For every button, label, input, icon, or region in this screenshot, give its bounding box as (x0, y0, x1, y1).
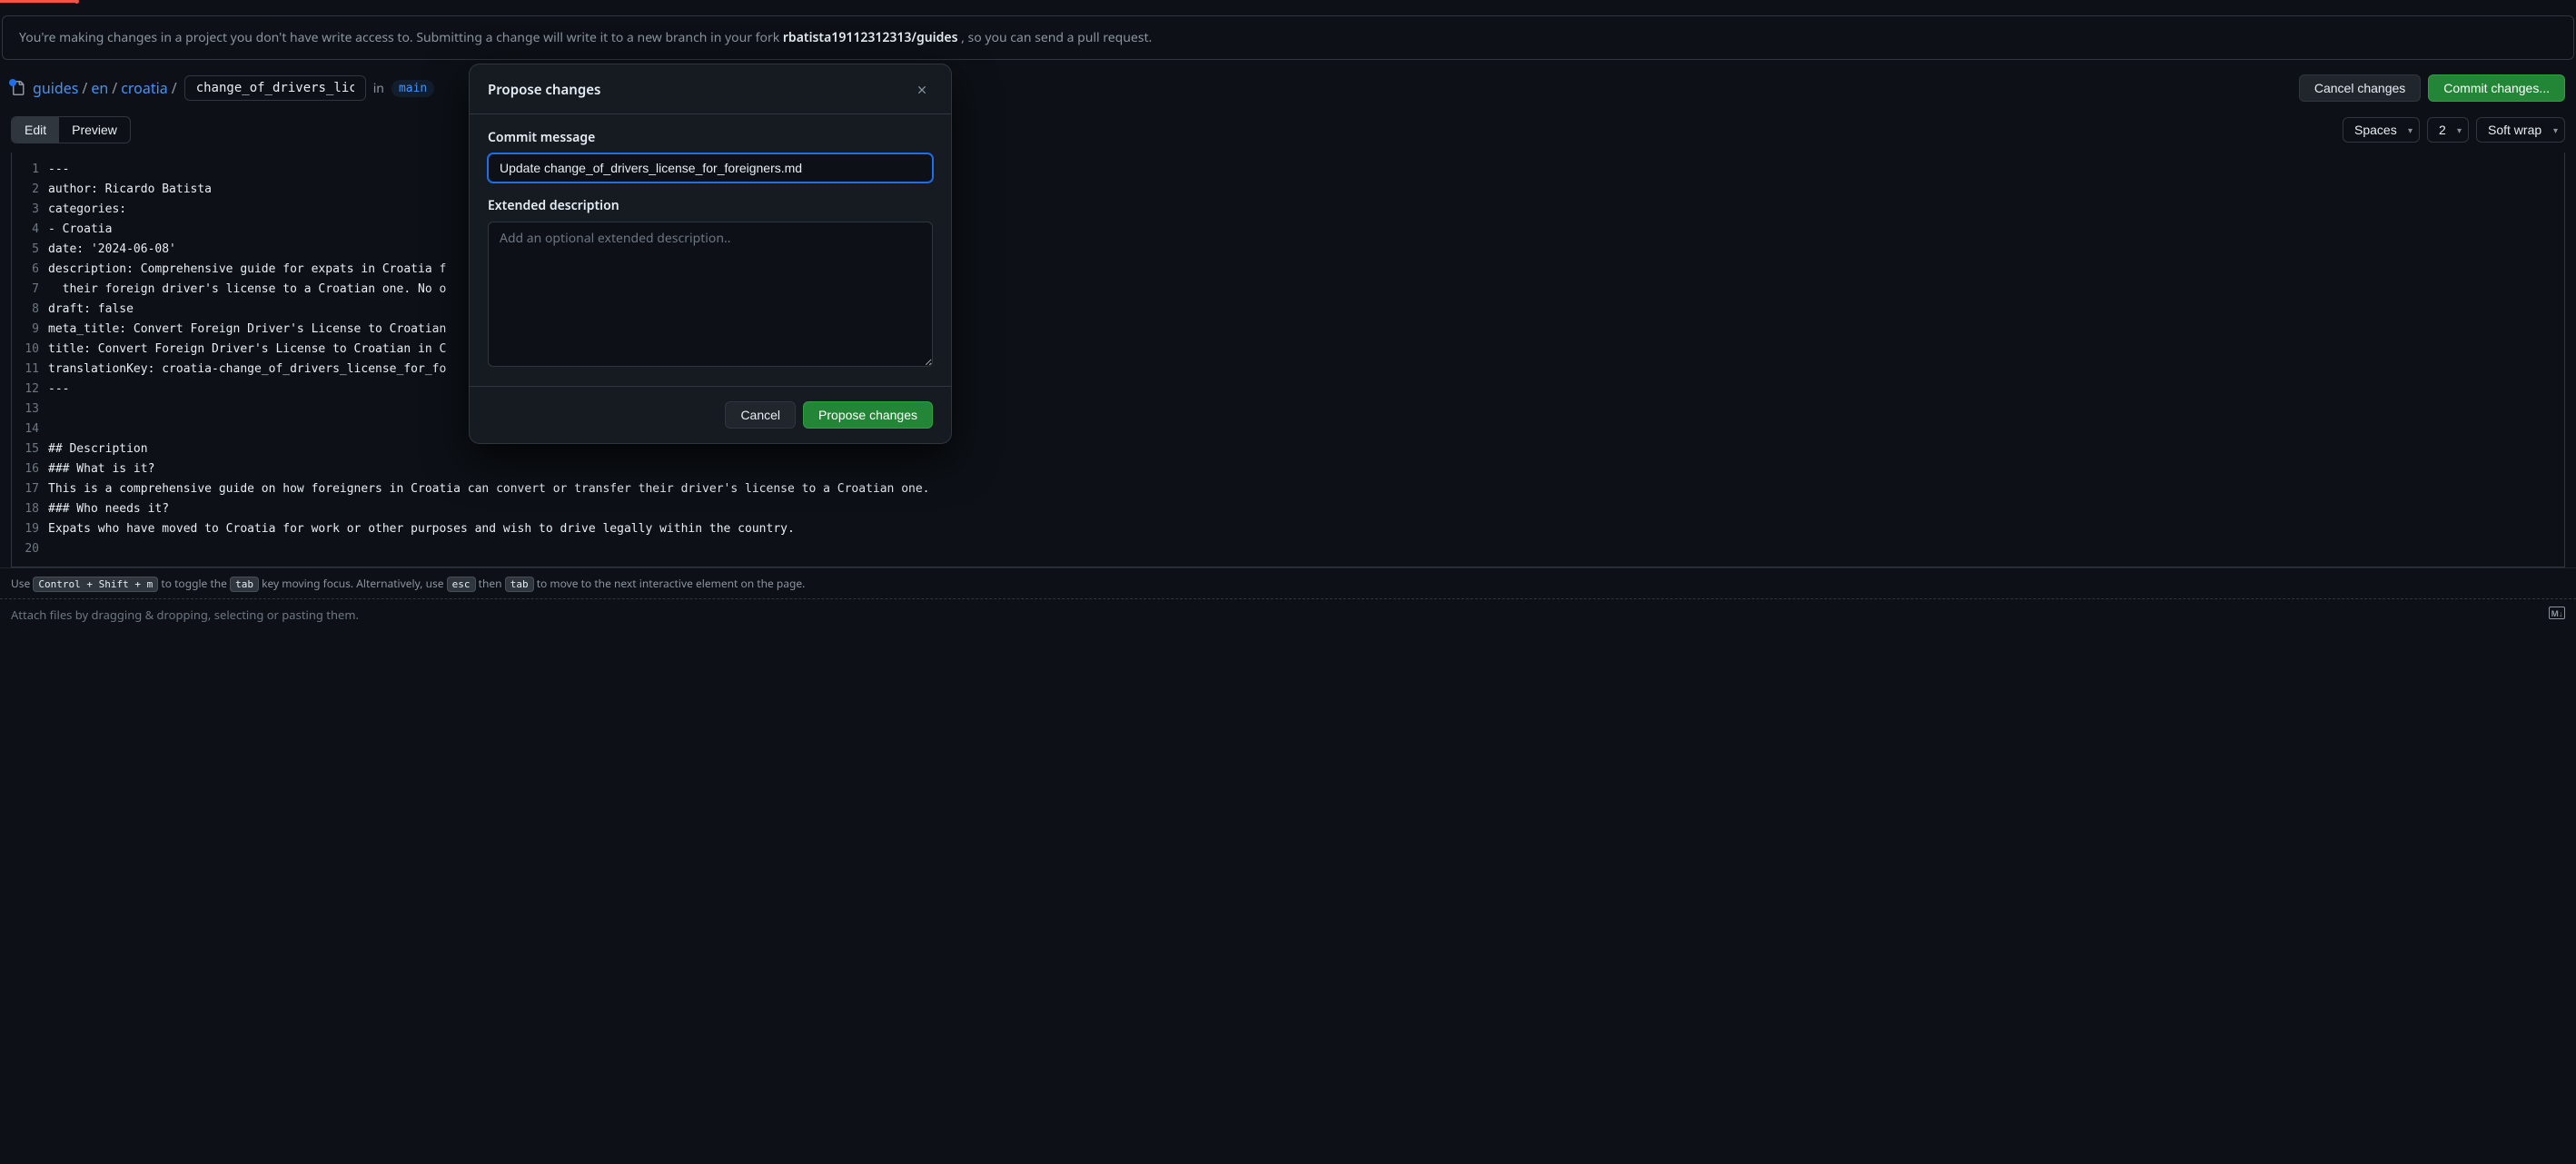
tab-edit[interactable]: Edit (12, 117, 59, 143)
line-number: 4 (21, 220, 39, 240)
code-line: ### What is it? (48, 459, 930, 479)
line-number: 17 (21, 479, 39, 499)
code-line (48, 539, 930, 559)
fork-name: rbatista19112312313/guides (783, 29, 958, 46)
modal-header: Propose changes (470, 64, 951, 114)
line-number: 16 (21, 459, 39, 479)
indent-size-select[interactable]: 2 (2427, 117, 2469, 143)
breadcrumb-croatia[interactable]: croatia (121, 78, 168, 98)
branch-pill[interactable]: main (391, 80, 434, 97)
line-number: 12 (21, 380, 39, 400)
kbd-tab2: tab (505, 577, 534, 592)
breadcrumb-separator: / (172, 78, 177, 98)
commit-message-label: Commit message (488, 129, 933, 146)
line-number: 3 (21, 200, 39, 220)
line-number: 8 (21, 300, 39, 320)
line-number-gutter: 1234567891011121314151617181920 (12, 153, 48, 567)
fork-warning-banner: You're making changes in a project you d… (2, 15, 2574, 60)
code-line: ### Who needs it? (48, 499, 930, 519)
commit-changes-button[interactable]: Commit changes... (2428, 74, 2565, 102)
tab-group: Edit Preview (11, 116, 131, 143)
line-number: 20 (21, 539, 39, 559)
line-number: 14 (21, 419, 39, 439)
filename-input[interactable] (184, 75, 366, 101)
page-progress-bar (0, 0, 77, 3)
kbd-toggle: Control + Shift + m (33, 577, 158, 592)
extended-description-textarea[interactable] (488, 222, 933, 367)
code-line: This is a comprehensive guide on how for… (48, 479, 930, 499)
file-modified-icon (11, 81, 25, 95)
modal-title: Propose changes (488, 81, 600, 99)
line-number: 15 (21, 439, 39, 459)
code-line: Expats who have moved to Croatia for wor… (48, 519, 930, 539)
breadcrumb-separator: / (82, 78, 87, 98)
tab-preview[interactable]: Preview (59, 117, 130, 143)
indent-mode-select[interactable]: Spaces (2343, 117, 2420, 143)
in-label: in (373, 80, 384, 97)
propose-changes-modal: Propose changes Commit message Extended … (469, 64, 952, 444)
line-number: 7 (21, 280, 39, 300)
line-number: 19 (21, 519, 39, 539)
line-number: 9 (21, 320, 39, 340)
breadcrumb-separator: / (112, 78, 117, 98)
attach-text: Attach files by dragging & dropping, sel… (11, 607, 359, 623)
wrap-mode-select[interactable]: Soft wrap (2476, 117, 2565, 143)
attach-hint-bar[interactable]: Attach files by dragging & dropping, sel… (0, 598, 2576, 630)
kbd-esc: esc (447, 577, 476, 592)
cancel-changes-button[interactable]: Cancel changes (2299, 74, 2421, 102)
modal-submit-button[interactable]: Propose changes (803, 401, 933, 429)
banner-suffix: , so you can send a pull request. (961, 29, 1152, 46)
commit-message-input[interactable] (488, 153, 933, 182)
breadcrumb-en[interactable]: en (91, 78, 108, 98)
breadcrumb-root[interactable]: guides (33, 78, 78, 98)
modal-footer: Cancel Propose changes (470, 386, 951, 443)
modal-close-button[interactable] (911, 79, 933, 101)
close-icon (916, 84, 928, 96)
markdown-icon[interactable]: M↓ (2549, 607, 2565, 619)
line-number: 10 (21, 340, 39, 360)
line-number: 6 (21, 260, 39, 280)
line-number: 1 (21, 160, 39, 180)
banner-text: You're making changes in a project you d… (19, 29, 783, 46)
breadcrumb: guides / en / croatia / (33, 78, 177, 98)
line-number: 13 (21, 400, 39, 419)
code-editor[interactable]: 1234567891011121314151617181920 ---autho… (11, 153, 2565, 567)
line-number: 5 (21, 240, 39, 260)
editor-toolbar: Edit Preview Spaces 2 Soft wrap (0, 116, 2576, 143)
line-number: 11 (21, 360, 39, 380)
keyboard-hint-bar: Use Control + Shift + m to toggle the ta… (0, 567, 2576, 598)
extended-description-label: Extended description (488, 197, 933, 214)
breadcrumb-row: guides / en / croatia / in main Cancel c… (0, 60, 2576, 116)
line-number: 2 (21, 180, 39, 200)
line-number: 18 (21, 499, 39, 519)
kbd-tab: tab (230, 577, 259, 592)
modal-cancel-button[interactable]: Cancel (725, 401, 796, 429)
